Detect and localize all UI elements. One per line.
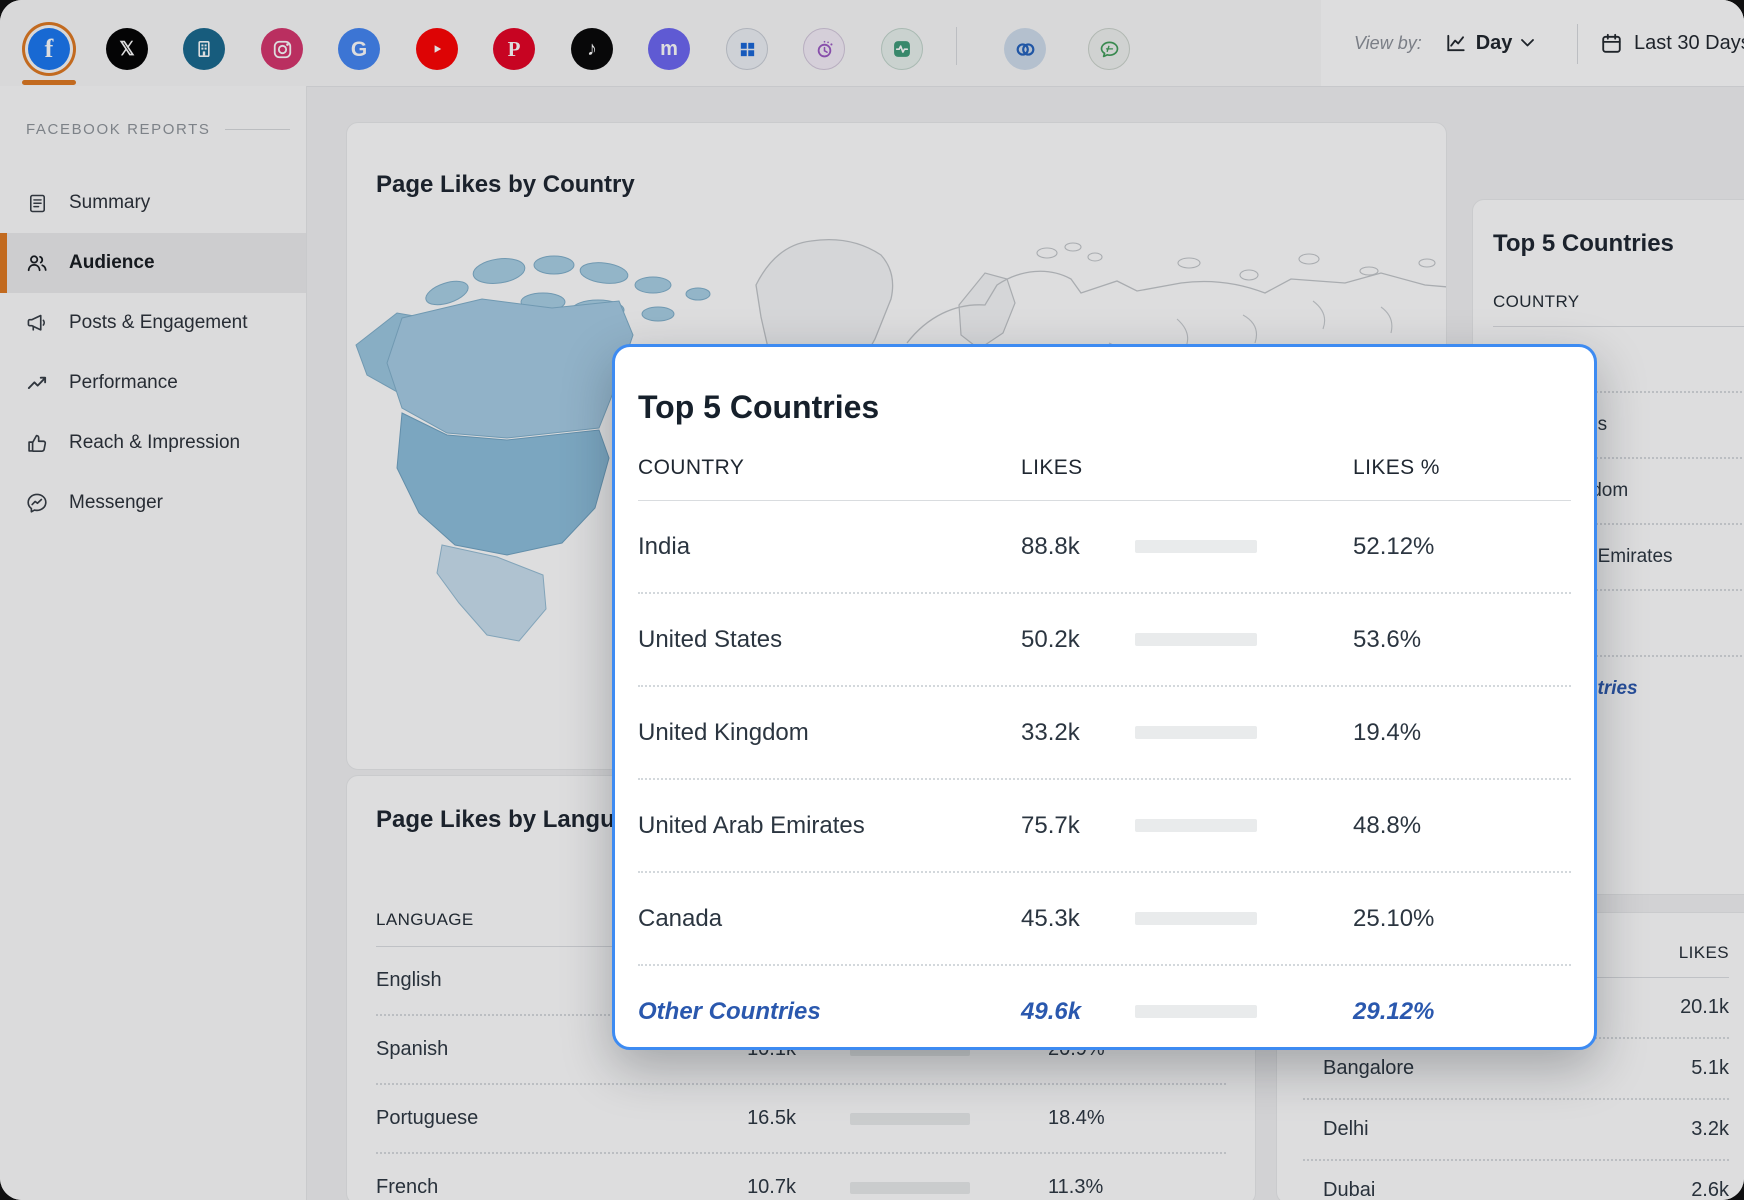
country-name: India <box>638 533 1021 561</box>
country-name: United Kingdom <box>638 719 1021 747</box>
top5-countries-modal: Top 5 Countries COUNTRY LIKES LIKES % In… <box>612 344 1597 1050</box>
modal-country-row: Canada 45.3k 25.10% <box>638 871 1571 964</box>
likes-pct-value: 25.10% <box>1353 905 1434 933</box>
likes-pct-column-header: LIKES % <box>1353 456 1440 480</box>
likes-value: 49.6k <box>1021 998 1107 1026</box>
likes-value: 88.8k <box>1021 533 1107 561</box>
likes-bar <box>1135 819 1257 832</box>
modal-table-header: COUNTRY LIKES LIKES % <box>638 456 1571 501</box>
likes-bar <box>1135 912 1257 925</box>
likes-value: 75.7k <box>1021 812 1107 840</box>
modal-country-row: India 88.8k 52.12% <box>638 501 1571 592</box>
likes-value: 33.2k <box>1021 719 1107 747</box>
country-column-header: COUNTRY <box>638 456 1021 480</box>
likes-pct-value: 48.8% <box>1353 812 1421 840</box>
likes-bar <box>1135 1005 1257 1018</box>
other-countries-link[interactable]: Other Countries <box>638 998 1021 1026</box>
country-name: United Arab Emirates <box>638 812 1021 840</box>
likes-bar <box>1135 633 1257 646</box>
likes-pct-value: 53.6% <box>1353 626 1421 654</box>
likes-bar <box>1135 726 1257 739</box>
country-name: United States <box>638 626 1021 654</box>
modal-title: Top 5 Countries <box>638 389 1571 426</box>
modal-other-countries-row: Other Countries 49.6k 29.12% <box>638 964 1571 1057</box>
likes-column-header: LIKES <box>1021 456 1107 480</box>
likes-pct-value: 29.12% <box>1353 998 1434 1026</box>
modal-country-row: United Kingdom 33.2k 19.4% <box>638 685 1571 778</box>
likes-bar <box>1135 540 1257 553</box>
modal-country-row: United States 50.2k 53.6% <box>638 592 1571 685</box>
likes-value: 50.2k <box>1021 626 1107 654</box>
likes-pct-value: 19.4% <box>1353 719 1421 747</box>
country-name: Canada <box>638 905 1021 933</box>
likes-value: 45.3k <box>1021 905 1107 933</box>
app-window: f 𝕏 G P ♪ m View by <box>0 0 1744 1200</box>
likes-pct-value: 52.12% <box>1353 533 1434 561</box>
modal-country-row: United Arab Emirates 75.7k 48.8% <box>638 778 1571 871</box>
